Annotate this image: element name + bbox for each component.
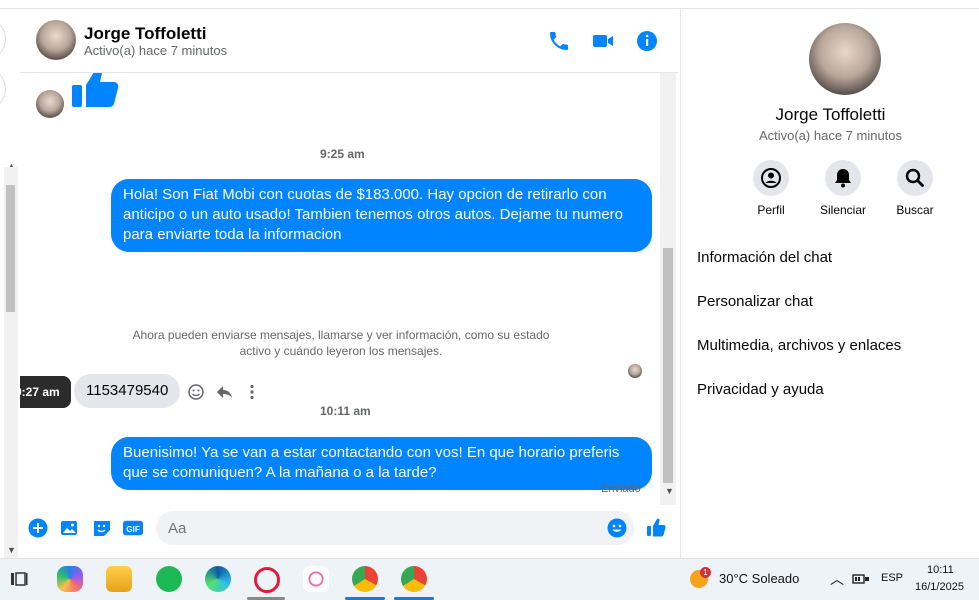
clock-time[interactable]: 10:11 (927, 564, 954, 576)
chat-header: Jorge Toffoletti Activo(a) hace 7 minuto… (20, 9, 678, 73)
search-button-label: Buscar (896, 203, 934, 217)
message-scrollbar[interactable] (660, 73, 676, 505)
menu-chat-info[interactable]: Información del chat (697, 249, 832, 266)
spotify-icon[interactable] (156, 566, 182, 592)
info-icon[interactable] (635, 29, 659, 53)
conversation-list-edge: ▲ ▼ (0, 9, 20, 559)
file-explorer-icon[interactable] (106, 566, 132, 592)
chrome-icon[interactable] (352, 566, 378, 592)
conversation-avatar-edge[interactable] (0, 71, 6, 107)
opera-icon[interactable] (254, 567, 280, 593)
more-options-icon[interactable] (243, 383, 261, 401)
window-top-edge (0, 0, 979, 9)
edge-icon[interactable] (205, 566, 231, 592)
outgoing-message[interactable]: Buenisimo! Ya se van a estar contactando… (111, 437, 652, 490)
message-list: 9:25 am Hola! Son Fiat Mobi con cuotas d… (20, 73, 660, 505)
video-icon[interactable] (591, 29, 615, 53)
sent-status: Enviado (601, 483, 641, 495)
add-icon[interactable] (28, 518, 48, 538)
profile-button[interactable] (753, 160, 789, 196)
svg-text:GIF: GIF (126, 525, 140, 534)
scroll-down-arrow-icon[interactable]: ▼ (7, 545, 16, 555)
sticker-icon[interactable] (92, 518, 112, 538)
chrome-profile-icon[interactable] (401, 566, 427, 592)
like-icon[interactable] (646, 518, 666, 538)
menu-customize-chat[interactable]: Personalizar chat (697, 293, 813, 310)
photo-icon[interactable] (60, 518, 80, 538)
copilot-app-icon[interactable] (57, 566, 83, 592)
conversation-avatar-edge[interactable] (0, 21, 6, 57)
react-emoji-icon[interactable] (187, 383, 205, 401)
timestamp: 10:11 am (320, 404, 371, 418)
panel-contact-name: Jorge Toffoletti (775, 105, 886, 124)
incoming-message[interactable]: 1153479540 (74, 374, 181, 408)
seen-avatar (628, 364, 642, 378)
message-input[interactable] (156, 511, 634, 545)
conversation-info-panel: Jorge Toffoletti Activo(a) hace 7 minuto… (680, 9, 979, 558)
task-view-icon[interactable] (10, 570, 28, 588)
panel-contact-status: Activo(a) hace 7 minutos (758, 128, 903, 143)
contact-status: Activo(a) hace 7 minutos (84, 43, 228, 58)
language-indicator[interactable]: ESP (881, 572, 903, 584)
scroll-down-arrow-icon[interactable]: ▼ (665, 486, 674, 496)
contact-avatar[interactable] (36, 20, 76, 60)
network-icon[interactable] (852, 571, 870, 587)
emoji-icon[interactable] (607, 518, 627, 538)
panel-avatar[interactable] (809, 23, 881, 95)
timestamp: 9:25 am (320, 147, 365, 161)
profile-button-label: Perfil (757, 203, 785, 217)
sender-avatar (36, 90, 64, 118)
conversation-list-scrollbar[interactable] (4, 167, 18, 559)
search-button[interactable] (897, 160, 933, 196)
weather-text[interactable]: 30°C Soleado (719, 571, 799, 586)
outgoing-message[interactable]: Hola! Son Fiat Mobi con cuotas de $183.0… (111, 179, 652, 252)
windows-taskbar: 1 30°C Soleado ︿ ESP 10:11 16/1/2025 (0, 558, 979, 600)
clock-date[interactable]: 16/1/2025 (915, 581, 964, 593)
search-icon (905, 168, 924, 187)
bell-icon (835, 169, 851, 188)
scrollbar-thumb[interactable] (6, 185, 15, 312)
scrollbar-thumb[interactable] (663, 248, 673, 483)
contact-name[interactable]: Jorge Toffoletti (84, 24, 206, 44)
mute-button-label: Silenciar (819, 203, 867, 217)
chat-pane: Jorge Toffoletti Activo(a) hace 7 minuto… (20, 9, 680, 558)
tray-chevron-up-icon[interactable]: ︿ (830, 569, 844, 589)
phone-icon[interactable] (547, 29, 571, 53)
system-message: Ahora pueden enviarse mensajes, llamarse… (132, 328, 550, 358)
mute-button[interactable] (825, 160, 861, 196)
reply-icon[interactable] (215, 383, 233, 401)
profile-icon (761, 168, 781, 188)
tool-app-icon[interactable] (303, 566, 329, 592)
gif-icon[interactable]: GIF (123, 518, 143, 538)
menu-privacy-help[interactable]: Privacidad y ayuda (697, 381, 824, 398)
menu-media-files-links[interactable]: Multimedia, archivos y enlaces (697, 337, 901, 354)
weather-badge: 1 (700, 567, 711, 578)
composer: GIF (20, 506, 678, 558)
like-sticker-icon (72, 73, 119, 107)
message-time-tooltip: 9:27 am (20, 376, 71, 408)
